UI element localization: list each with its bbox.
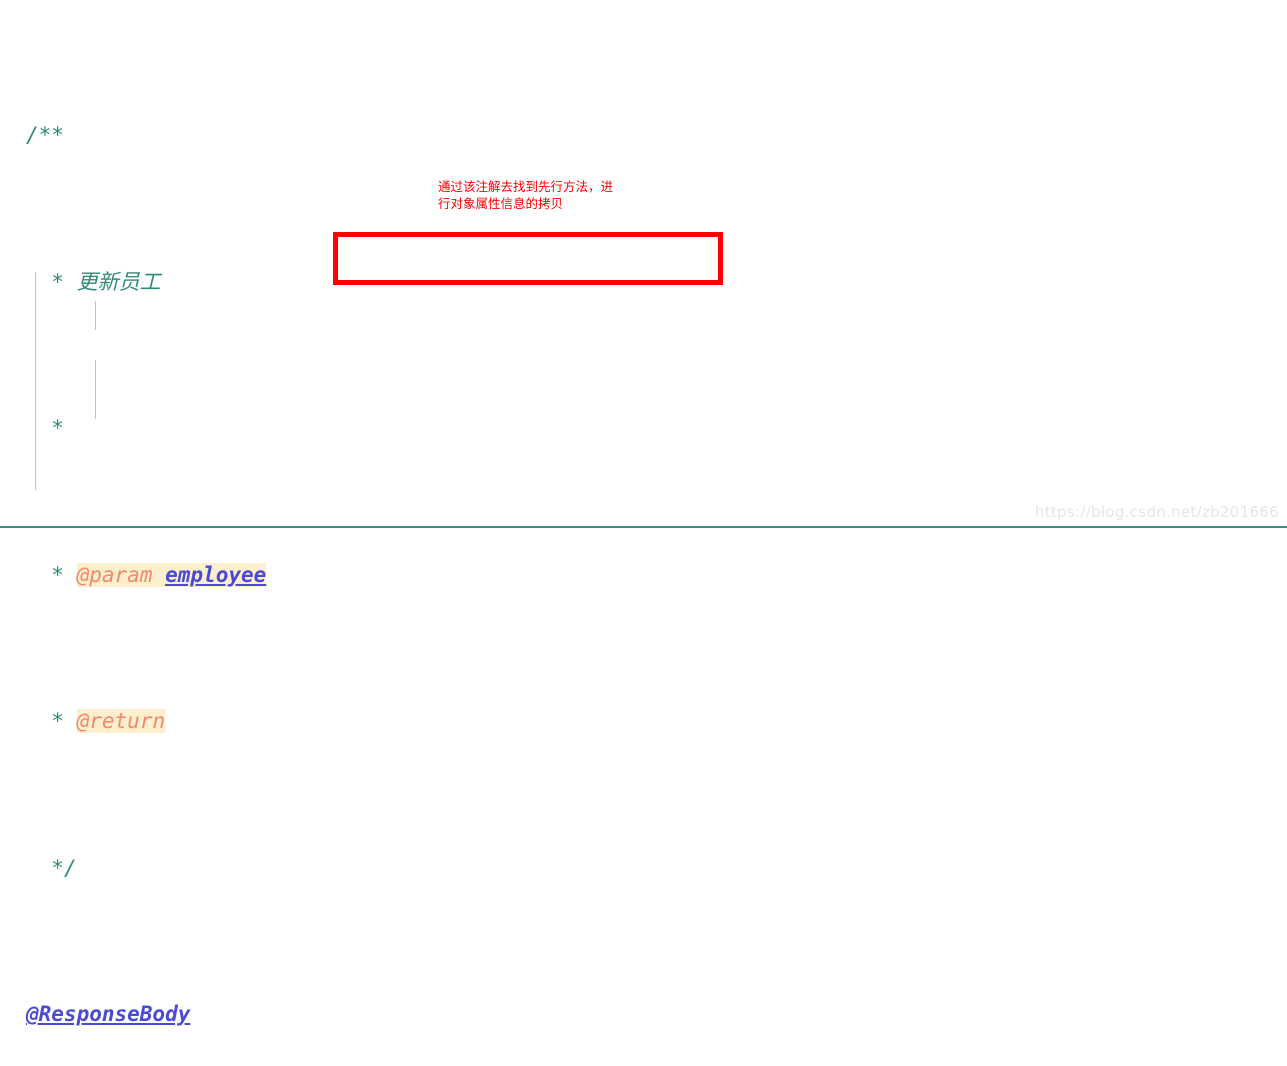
token-javadoc-param-name[interactable]: employee <box>165 562 267 587</box>
token-annotation-response-body[interactable]: @ResponseBody <box>26 1002 190 1026</box>
token-javadoc-star-param: * <box>51 562 64 587</box>
code-lines[interactable]: /** * 更新员工 * * @param employee * @return… <box>0 4 1287 1066</box>
token-javadoc-blank-star: * <box>51 416 64 441</box>
token-spacer-1 <box>64 270 77 294</box>
code-line-javadoc-param[interactable]: * @param employee <box>0 561 1287 590</box>
code-line-javadoc-open[interactable]: /** <box>0 121 1287 150</box>
token-javadoc-summary-cn: 更新员工 <box>76 269 161 294</box>
token-javadoc-star-return: * <box>51 709 64 734</box>
code-line-response-body[interactable]: @ResponseBody <box>0 1000 1287 1029</box>
token-javadoc-return-tag: @return <box>76 709 166 734</box>
watermark-url: https://blog.csdn.net/zb201666 <box>1034 503 1279 521</box>
code-line-javadoc-summary[interactable]: * 更新员工 <box>0 268 1287 297</box>
token-spacer-2 <box>152 562 166 587</box>
token-javadoc-star: * <box>51 269 64 294</box>
token-javadoc-close: */ <box>51 855 77 880</box>
token-javadoc-open: /** <box>26 123 64 148</box>
code-editor-canvas[interactable]: /** * 更新员工 * * @param employee * @return… <box>0 0 1287 1026</box>
token-javadoc-param-tag: @param <box>76 562 153 587</box>
code-line-javadoc-close[interactable]: */ <box>0 854 1287 883</box>
annotation-note-text: 通过该注解去找到先行方法，进 行对象属性信息的拷贝 <box>438 179 614 211</box>
footer-divider <box>0 526 1287 528</box>
code-line-javadoc-return[interactable]: * @return <box>0 707 1287 736</box>
code-line-javadoc-blank[interactable]: * <box>0 414 1287 443</box>
